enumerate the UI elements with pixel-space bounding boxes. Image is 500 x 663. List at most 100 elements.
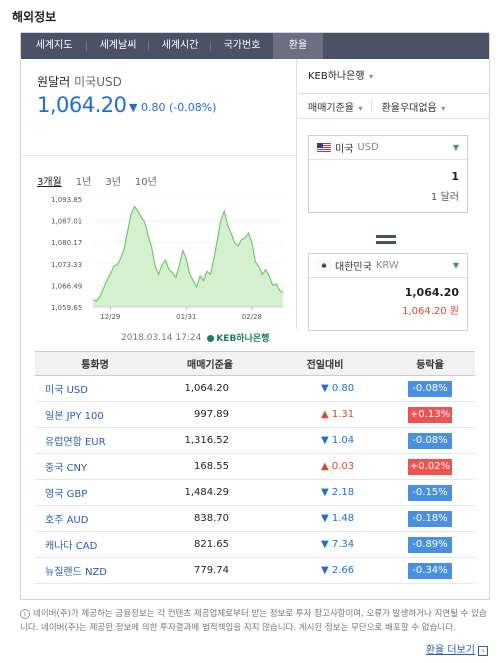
rate-summary-panel: 원달러 미국USD 1,064.20 ▼ 0.80 (-0.08%) 3개월 1년… — [21, 59, 297, 344]
y-tick-label: 1,080.17 — [51, 239, 82, 247]
current-rate: 1,064.20 — [37, 93, 127, 117]
currency-link[interactable]: 중국 CNY — [35, 453, 155, 480]
percent-badge: -0.89% — [408, 536, 452, 553]
change-cell: ▼ 2.66 — [265, 557, 385, 584]
discount-select[interactable]: 환율우대없음 ▾ — [382, 99, 446, 114]
header-currency: 통화명 — [35, 351, 155, 376]
to-currency-select[interactable]: 대한민국 KRW ▼ — [309, 254, 467, 278]
rate-cell: 779.74 — [155, 557, 265, 584]
table-row[interactable]: 일본 JPY 100 997.89 ▲ 1.31 +0.13% — [35, 401, 475, 428]
change-cell: ▲ 1.31 — [265, 401, 385, 428]
equals-icon — [376, 235, 396, 245]
discount-label: 환율우대없음 — [381, 102, 437, 114]
tab-world-map[interactable]: 세계지도 — [21, 33, 87, 59]
from-currency-box: 미국 USD ▼ 1 1 달러 — [308, 135, 468, 213]
header-percent: 등락율 — [385, 351, 475, 376]
percent-cell: +0.02% — [385, 453, 475, 480]
percent-cell: -0.15% — [385, 479, 475, 506]
period-selector: 3개월 1년 3년 10년 — [37, 173, 157, 188]
currency-link[interactable]: 영국 GBP — [35, 479, 155, 506]
bank-logo: KEB하나은행 — [207, 331, 269, 344]
change-cell: ▼ 1.04 — [265, 427, 385, 454]
table-row[interactable]: 캐나다 CAD 821.65 ▼ 7.34 -0.89% — [35, 531, 475, 558]
tab-exchange-rate[interactable]: 환율 — [273, 33, 323, 59]
currency-link[interactable]: 뉴질랜드 NZD — [35, 557, 155, 584]
tab-world-time[interactable]: 세계시간 — [149, 33, 211, 59]
period-3y[interactable]: 3년 — [105, 173, 121, 188]
currency-link[interactable]: 미국 USD — [35, 375, 155, 402]
period-3m[interactable]: 3개월 — [37, 173, 62, 188]
divider — [21, 155, 297, 156]
section-title: 해외정보 — [12, 10, 57, 24]
us-flag-icon — [317, 143, 331, 152]
percent-badge: -0.34% — [408, 562, 452, 579]
rate-type-label: 매매기준율 — [308, 102, 354, 114]
exchange-widget: 세계지도 세계날씨 세계시간 국가번호 환율 원달러 미국USD 1,064.20… — [20, 32, 490, 600]
y-tick-label: 1,059.65 — [51, 304, 82, 312]
currency-link[interactable]: 유럽연합 EUR — [35, 427, 155, 454]
disclaimer: i 네이버(주)가 제공하는 금융정보는 각 컨텐츠 제공업체로부터 받는 정보로… — [20, 607, 490, 635]
info-icon: i — [20, 609, 30, 619]
tab-country-code[interactable]: 국가번호 — [211, 33, 273, 59]
chart-timestamp: 2018.03.14 17:24 — [121, 332, 202, 343]
tab-world-weather[interactable]: 세계날씨 — [87, 33, 149, 59]
currency-code: 미국USD — [74, 75, 122, 89]
disclaimer-text: 네이버(주)가 제공하는 금융정보는 각 컨텐츠 제공업체로부터 받는 정보로 … — [20, 609, 487, 633]
more-rates-link[interactable]: 환율 더보기 › — [426, 641, 488, 656]
change-cell: ▼ 2.18 — [265, 479, 385, 506]
chevron-down-icon: ▾ — [356, 103, 363, 113]
x-tick-label: 12/29 — [100, 313, 120, 321]
rate-cell: 838.70 — [155, 505, 265, 532]
from-country: 미국 — [335, 144, 354, 155]
change-cell: ▼ 7.34 — [265, 531, 385, 558]
dropdown-triangle-icon: ▼ — [452, 143, 459, 152]
period-10y[interactable]: 10년 — [135, 173, 157, 188]
to-code: KRW — [375, 260, 399, 271]
change-cell: ▼ 1.48 — [265, 505, 385, 532]
tab-label: 세계날씨 — [99, 40, 137, 51]
from-amount[interactable]: 1 — [451, 170, 459, 183]
table-row[interactable]: 영국 GBP 1,484.29 ▼ 2.18 -0.15% — [35, 479, 475, 506]
more-rates-label: 환율 더보기 — [425, 645, 475, 656]
currency-link[interactable]: 캐나다 CAD — [35, 531, 155, 558]
from-unit: 1 달러 — [431, 192, 459, 203]
bank-select[interactable]: KEB하나은행 ▾ — [308, 67, 373, 82]
chart-footer: 2018.03.14 17:24 KEB하나은행 — [121, 331, 269, 345]
currency-link[interactable]: 호주 AUD — [35, 505, 155, 532]
header-rate: 매매기준율 — [155, 351, 265, 376]
bank-logo-text: KEB하나은행 — [216, 334, 270, 344]
from-currency-select[interactable]: 미국 USD ▼ — [309, 136, 467, 160]
rate-type-select[interactable]: 매매기준율 ▾ — [308, 99, 363, 114]
percent-badge: -0.18% — [408, 510, 452, 527]
tab-label: 환율 — [288, 40, 308, 51]
table-row[interactable]: 호주 AUD 838.70 ▼ 1.48 -0.18% — [35, 505, 475, 532]
rate-table: 통화명 매매기준율 전일대비 등락율 미국 USD 1,064.20 ▼ 0.80 -… — [35, 351, 475, 584]
to-country: 대한민국 — [335, 262, 372, 273]
percent-badge: +0.13% — [408, 406, 452, 423]
rate-change: ▼ 0.80 (-0.08%) — [129, 101, 217, 114]
percent-badge: +0.02% — [408, 458, 452, 475]
chevron-down-icon: ▾ — [438, 103, 446, 113]
to-amount[interactable]: 1,064.20 — [405, 286, 459, 299]
table-row[interactable]: 유럽연합 EUR 1,316.52 ▼ 1.04 -0.08% — [35, 427, 475, 454]
tab-label: 세계시간 — [161, 40, 199, 51]
rate-cell: 997.89 — [155, 401, 265, 428]
tab-label: 국가번호 — [223, 40, 261, 51]
y-tick-label: 1,087.01 — [51, 218, 82, 226]
percent-cell: -0.18% — [385, 505, 475, 532]
rate-cell: 1,484.29 — [155, 479, 265, 506]
divider — [370, 100, 372, 112]
currency-link[interactable]: 일본 JPY 100 — [35, 401, 155, 428]
change-cell: ▲ 0.03 — [265, 453, 385, 480]
table-header-row: 통화명 매매기준율 전일대비 등락율 — [35, 351, 475, 376]
period-1y[interactable]: 1년 — [76, 173, 92, 188]
chevron-down-icon: ▾ — [366, 72, 374, 81]
table-row[interactable]: 미국 USD 1,064.20 ▼ 0.80 -0.08% — [35, 375, 475, 402]
rate-chart: 1,093.85 1,087.01 1,080.17 1,073.33 1,066.49… — [51, 196, 284, 321]
table-row[interactable]: 중국 CNY 168.55 ▲ 0.03 +0.02% — [35, 453, 475, 480]
y-tick-label: 1,073.33 — [51, 261, 82, 269]
table-row[interactable]: 뉴질랜드 NZD 779.74 ▼ 2.66 -0.34% — [35, 557, 475, 584]
percent-cell: -0.08% — [385, 427, 475, 454]
rate-cell: 168.55 — [155, 453, 265, 480]
percent-cell: -0.34% — [385, 557, 475, 584]
